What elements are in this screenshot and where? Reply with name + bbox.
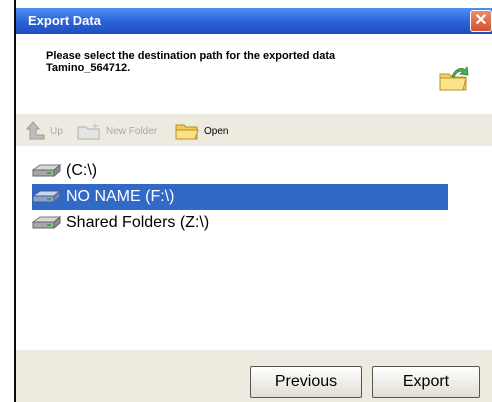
export-dialog: Export Data ✕ Please select the destinat…: [14, 0, 492, 402]
new-folder-button[interactable]: New Folder: [76, 121, 157, 141]
instruction-line-2: Tamino_564712.: [46, 62, 131, 74]
window-title: Export Data: [28, 13, 101, 28]
hard-drive-icon: [32, 189, 62, 204]
export-button[interactable]: Export: [372, 366, 480, 398]
up-button[interactable]: Up: [26, 121, 63, 141]
drive-item-f[interactable]: NO NAME (F:\): [32, 184, 448, 210]
instruction-line-1: Please select the destination path for t…: [46, 50, 336, 62]
close-button[interactable]: ✕: [470, 10, 492, 32]
new-folder-icon: [77, 122, 100, 140]
toolbar: Up New Folder Open: [16, 114, 492, 146]
drive-list: (C:\) NO NAME (F:\) Shared Folders (Z:\): [16, 154, 492, 364]
drive-label: NO NAME (F:\): [66, 188, 175, 205]
instruction-text: Please select the destination path for t…: [46, 50, 406, 74]
open-folder-icon: [175, 124, 199, 140]
up-arrow-icon: [26, 121, 45, 140]
title-bar[interactable]: Export Data ✕: [16, 8, 492, 34]
drive-item-c[interactable]: (C:\): [32, 158, 97, 184]
drive-label: Shared Folders (Z:\): [66, 214, 210, 231]
export-folder-icon: [439, 66, 469, 91]
up-label: Up: [50, 125, 63, 137]
open-label: Open: [204, 125, 229, 137]
drive-item-z[interactable]: Shared Folders (Z:\): [32, 210, 209, 236]
button-bar: Previous Export: [16, 350, 492, 402]
new-folder-label: New Folder: [106, 125, 158, 137]
hard-drive-icon: [32, 163, 62, 178]
drive-label: (C:\): [66, 162, 98, 179]
previous-button[interactable]: Previous: [250, 366, 362, 398]
close-icon: ✕: [474, 12, 488, 29]
open-button[interactable]: Open: [174, 121, 228, 141]
network-drive-icon: [32, 215, 62, 230]
